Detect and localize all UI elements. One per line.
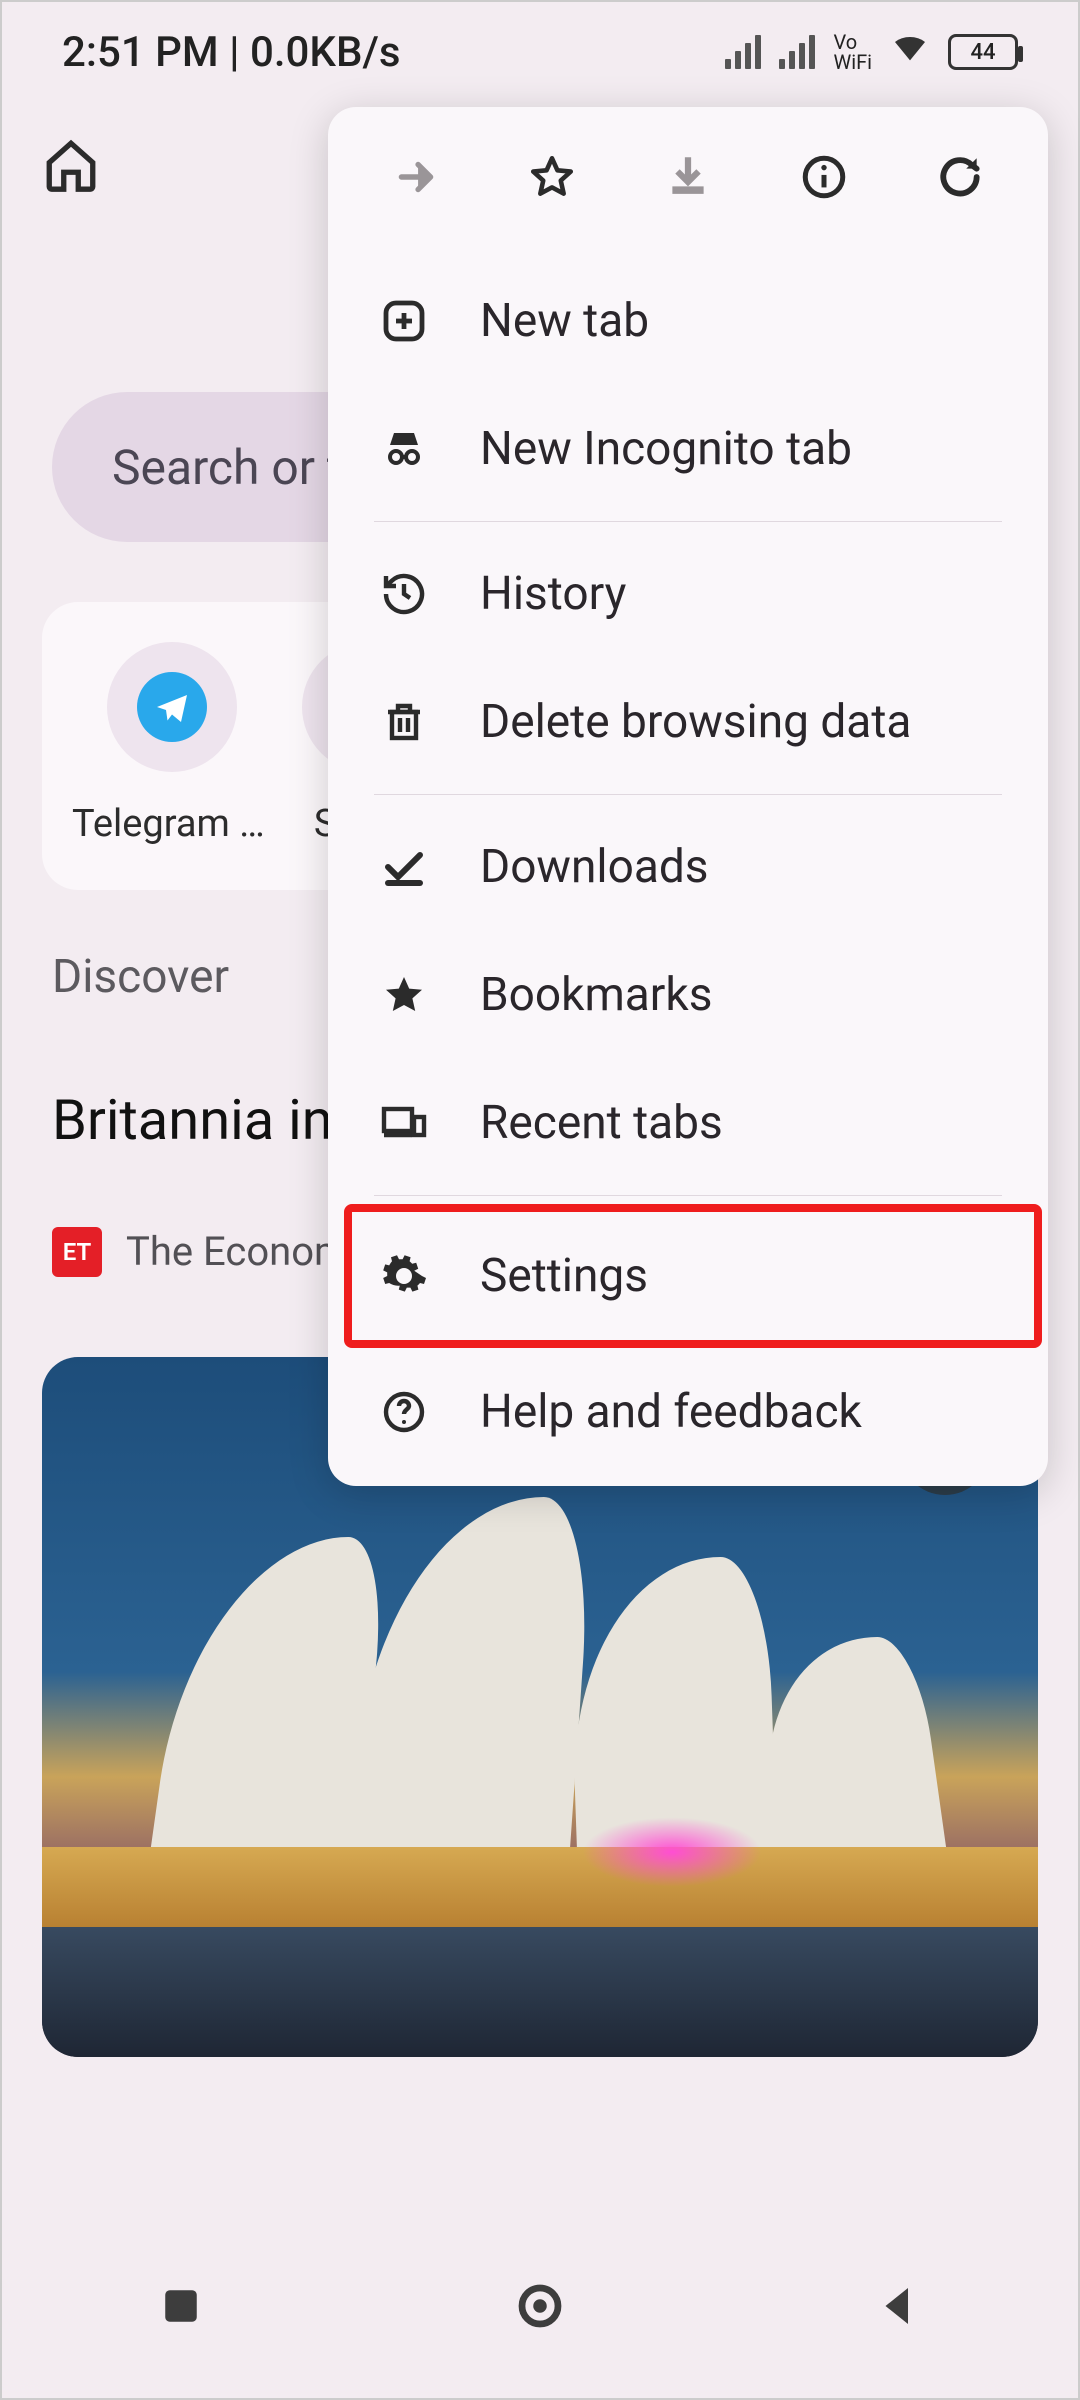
download-button[interactable] xyxy=(660,149,716,205)
menu-item-label: Settings xyxy=(480,1249,648,1303)
bookmark-star-button[interactable] xyxy=(524,149,580,205)
menu-item-label: Downloads xyxy=(480,840,709,894)
status-time-net: 2:51 PM | 0.0KB/s xyxy=(62,28,400,77)
help-icon xyxy=(374,1382,434,1442)
signal-sim1-icon xyxy=(725,35,761,69)
shortcut-label: Telegram W… xyxy=(72,802,272,846)
telegram-icon xyxy=(137,672,207,742)
shortcut-icon-circle xyxy=(107,642,237,772)
home-button[interactable] xyxy=(42,136,100,198)
page-info-button[interactable] xyxy=(796,149,852,205)
star-filled-icon xyxy=(374,965,434,1025)
history-icon xyxy=(374,564,434,624)
vowifi-icon: Vo WiFi xyxy=(833,32,872,72)
menu-item-new-tab[interactable]: New tab xyxy=(358,257,1018,385)
overflow-menu: New tab New Incognito tab History Delete… xyxy=(328,107,1048,1486)
menu-item-incognito[interactable]: New Incognito tab xyxy=(358,385,1018,513)
source-badge-icon: ET xyxy=(52,1227,102,1277)
nav-home-button[interactable] xyxy=(513,2279,567,2337)
menu-item-label: Delete browsing data xyxy=(480,695,911,749)
menu-item-bookmarks[interactable]: Bookmarks xyxy=(358,931,1018,1059)
menu-item-recent-tabs[interactable]: Recent tabs xyxy=(358,1059,1018,1187)
menu-item-label: Recent tabs xyxy=(480,1096,723,1150)
menu-item-label: Bookmarks xyxy=(480,968,712,1022)
forward-button[interactable] xyxy=(388,149,444,205)
status-netspeed: 0.0KB/s xyxy=(250,28,400,77)
menu-item-history[interactable]: History xyxy=(358,530,1018,658)
devices-icon xyxy=(374,1093,434,1153)
system-nav-bar xyxy=(2,2248,1078,2368)
trash-icon xyxy=(374,692,434,752)
status-bar: 2:51 PM | 0.0KB/s Vo WiFi 44 xyxy=(2,2,1078,102)
menu-item-help[interactable]: Help and feedback xyxy=(358,1348,1018,1476)
status-time: 2:51 PM xyxy=(62,28,219,77)
menu-list: New tab New Incognito tab History Delete… xyxy=(328,247,1048,1486)
shortcut-telegram[interactable]: Telegram W… xyxy=(72,642,272,850)
status-right: Vo WiFi 44 xyxy=(725,27,1018,78)
incognito-icon xyxy=(374,419,434,479)
wifi-icon xyxy=(890,27,930,78)
menu-item-settings[interactable]: Settings xyxy=(344,1204,1042,1348)
nav-back-button[interactable] xyxy=(872,2279,926,2337)
menu-item-label: Help and feedback xyxy=(480,1385,862,1439)
signal-sim2-icon xyxy=(779,35,815,69)
menu-item-label: New tab xyxy=(480,294,649,348)
nav-recent-button[interactable] xyxy=(154,2279,208,2337)
menu-item-delete-data[interactable]: Delete browsing data xyxy=(358,658,1018,786)
menu-iconrow xyxy=(328,107,1048,247)
battery-icon: 44 xyxy=(948,34,1018,70)
reload-button[interactable] xyxy=(932,149,988,205)
menu-item-label: History xyxy=(480,567,626,621)
menu-item-label: New Incognito tab xyxy=(480,422,852,476)
plus-box-icon xyxy=(374,291,434,351)
menu-item-downloads[interactable]: Downloads xyxy=(358,803,1018,931)
gear-icon xyxy=(374,1246,434,1306)
done-icon xyxy=(374,837,434,897)
